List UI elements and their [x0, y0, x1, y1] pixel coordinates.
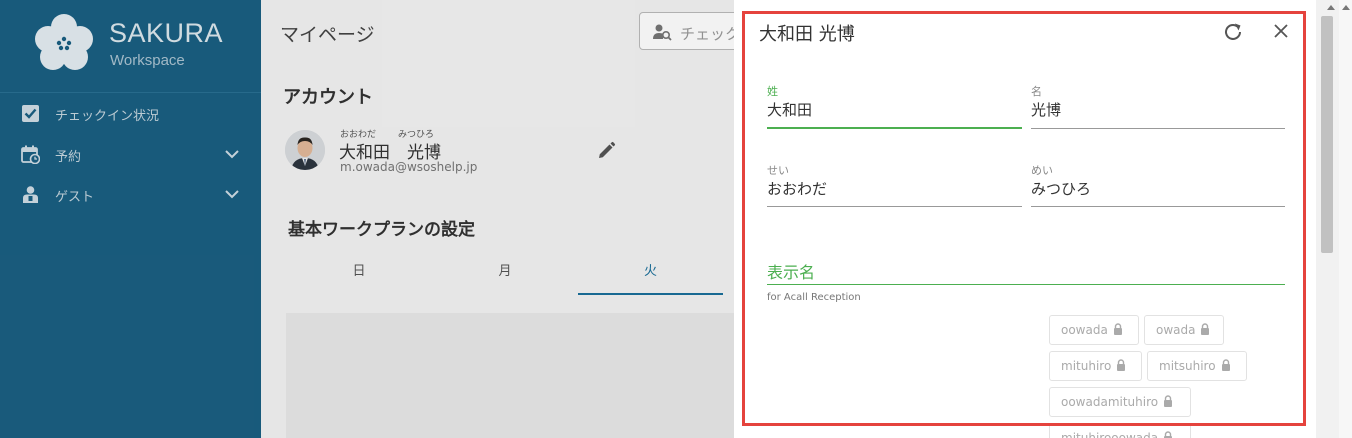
- sidebar: SAKURA Workspace チェックイン状況 予約 ゲスト: [0, 0, 261, 438]
- page-scroll-up-arrow-icon[interactable]: [1342, 5, 1350, 10]
- first-kana-field[interactable]: めい みつひろ: [1031, 162, 1285, 208]
- display-name-hint: for Acall Reception: [767, 292, 861, 303]
- last-kana-field[interactable]: せい おおわだ: [767, 162, 1022, 208]
- app-window: SAKURA Workspace チェックイン状況 予約 ゲスト マイページ チ…: [0, 0, 1352, 438]
- main-content: マイページ チェック アカウント おおわだ みつひろ 大和田 光博 m.owad…: [261, 0, 759, 438]
- lock-icon: [1164, 431, 1173, 438]
- edit-name-panel: 大和田 光博 姓 大和田 名 光博 せい おおわだ めい みつひろ 表示名 fo…: [734, 0, 1316, 438]
- workplan-area: [286, 313, 734, 438]
- field-underline: [1031, 206, 1285, 207]
- first-kana-value: みつひろ: [1031, 180, 1092, 198]
- checkbox-icon: [22, 105, 39, 122]
- lock-icon: [1201, 323, 1210, 335]
- refresh-icon[interactable]: [1222, 21, 1244, 43]
- sidebar-item-label: ゲスト: [55, 190, 95, 205]
- account-title: アカウント: [283, 87, 373, 108]
- lock-icon: [1113, 323, 1122, 335]
- chevron-down-icon[interactable]: [224, 188, 240, 200]
- chevron-down-icon[interactable]: [224, 148, 240, 160]
- last-name-field[interactable]: 姓 大和田: [767, 83, 1022, 129]
- sidebar-item-guest[interactable]: ゲスト: [0, 176, 261, 212]
- last-name-label: 姓: [767, 85, 778, 98]
- avatar-image: [285, 130, 325, 170]
- display-name-chip[interactable]: mitsuhiro: [1147, 351, 1247, 381]
- sidebar-item-reservation[interactable]: 予約: [0, 136, 261, 172]
- field-underline: [767, 206, 1022, 207]
- chip-label: owada: [1156, 323, 1196, 337]
- dialog-title: 大和田 光博: [759, 24, 855, 45]
- chip-label: mitsuhiro: [1159, 359, 1216, 373]
- brand-subtitle: Workspace: [110, 52, 185, 69]
- page-scrollbar-track[interactable]: [1339, 0, 1352, 438]
- last-kana-label: せい: [767, 164, 789, 177]
- tab-sunday[interactable]: 日: [286, 255, 432, 295]
- user-search-icon: [653, 24, 672, 41]
- scroll-up-arrow-icon[interactable]: [1327, 5, 1335, 10]
- chip-label: oowadamituhiro: [1061, 395, 1159, 409]
- scrollbar[interactable]: [1316, 0, 1352, 438]
- page-title: マイページ: [280, 24, 375, 46]
- sidebar-item-label: 予約: [55, 150, 82, 165]
- display-name-underline: [767, 284, 1285, 285]
- first-name-value: 光博: [1031, 101, 1062, 119]
- first-name-label: 名: [1031, 85, 1042, 98]
- avatar: [285, 130, 325, 170]
- sidebar-item-checkin[interactable]: チェックイン状況: [0, 95, 261, 131]
- field-underline: [767, 127, 1022, 129]
- lock-icon: [1117, 359, 1126, 371]
- last-name-value: 大和田: [767, 101, 813, 119]
- chip-label: oowada: [1061, 323, 1108, 337]
- tab-monday[interactable]: 月: [432, 255, 578, 295]
- guest-icon: [23, 186, 38, 203]
- sakura-logo-icon: [35, 14, 93, 70]
- display-name-chip[interactable]: mituhirooowada: [1049, 423, 1191, 438]
- calendar-icon: [21, 145, 40, 164]
- display-name-input[interactable]: 表示名: [767, 259, 815, 283]
- last-kana-value: おおわだ: [767, 180, 828, 198]
- sidebar-item-label: チェックイン状況: [55, 109, 160, 124]
- brand: SAKURA Workspace: [0, 0, 261, 93]
- chip-label: mituhirooowada: [1061, 431, 1159, 438]
- tab-tuesday[interactable]: 火: [578, 255, 723, 295]
- display-name-chip[interactable]: oowada: [1049, 315, 1139, 345]
- chip-label: mituhiro: [1061, 359, 1112, 373]
- close-icon[interactable]: [1271, 21, 1291, 41]
- display-name-chip[interactable]: oowadamituhiro: [1049, 387, 1191, 417]
- lock-icon: [1221, 359, 1230, 371]
- brand-name: SAKURA: [109, 18, 224, 48]
- account-email: m.owada@wsoshelp.jp: [340, 160, 478, 174]
- display-name-chip[interactable]: mituhiro: [1049, 351, 1142, 381]
- scrollbar-thumb[interactable]: [1321, 16, 1333, 253]
- field-underline: [1031, 128, 1285, 129]
- first-name-field[interactable]: 名 光博: [1031, 83, 1285, 129]
- first-kana-label: めい: [1031, 164, 1053, 177]
- search-text: チェック: [680, 25, 741, 43]
- pencil-icon[interactable]: [596, 141, 616, 161]
- workplan-title: 基本ワークプランの設定: [288, 220, 475, 240]
- lock-icon: [1164, 395, 1173, 407]
- display-name-chip[interactable]: owada: [1144, 315, 1224, 345]
